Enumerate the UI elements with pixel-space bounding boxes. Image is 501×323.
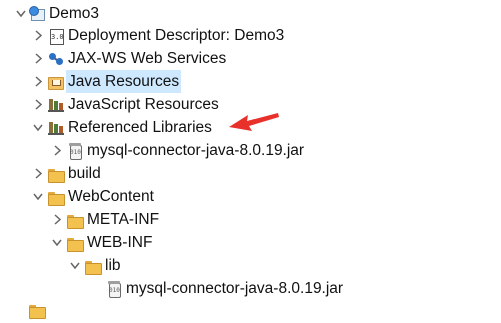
red-arrow-annotation <box>229 113 279 131</box>
